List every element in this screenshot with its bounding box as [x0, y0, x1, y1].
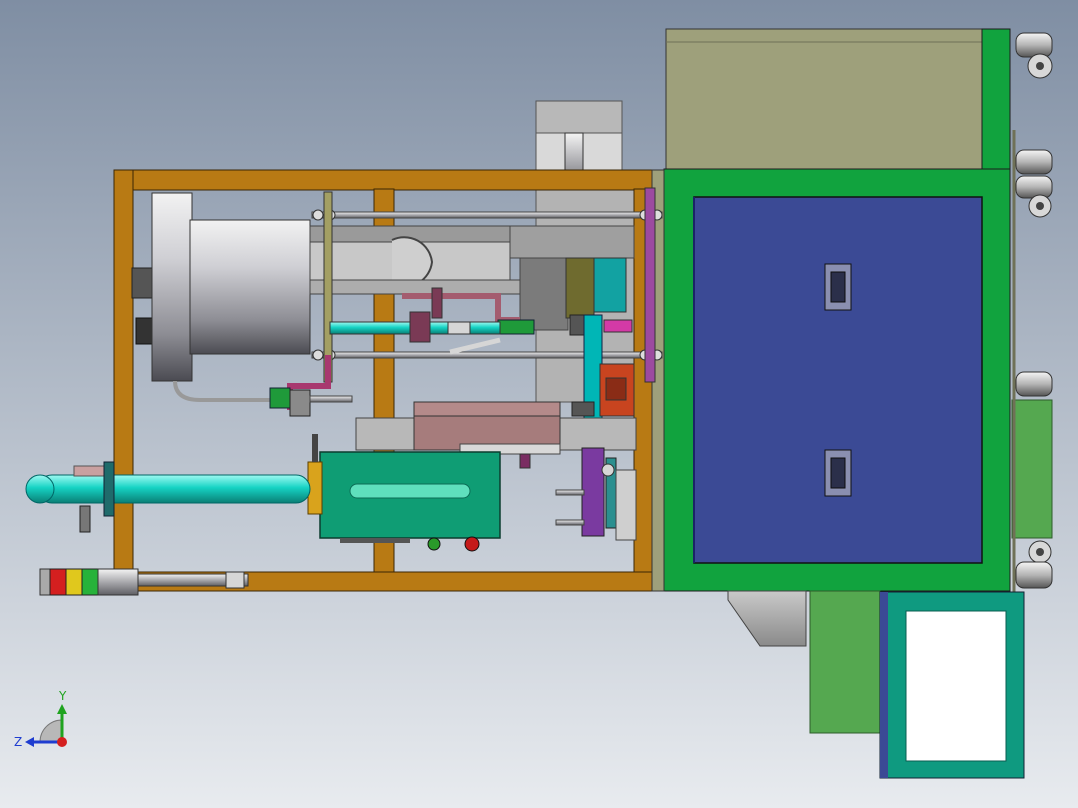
door-handle-icon[interactable]: [824, 449, 852, 497]
side-mount-plate: [1011, 399, 1053, 539]
cabinet-top-panel: [665, 28, 985, 172]
frame-left-post: [113, 169, 134, 592]
cabinet-door[interactable]: [693, 196, 983, 564]
mount-plate-left: [323, 191, 333, 383]
door-handle-icon[interactable]: [824, 263, 852, 311]
axis-label-y: Y: [58, 689, 67, 703]
cad-viewport[interactable]: Y Z: [0, 0, 1078, 808]
pneumatic-cylinder-block: [307, 434, 501, 552]
lower-electrical-box: [809, 590, 881, 734]
frame-top-beam: [113, 169, 655, 191]
mount-plate-right: [644, 187, 656, 383]
machine-assembly-drawing[interactable]: Y Z: [0, 0, 1078, 808]
axis-label-z: Z: [14, 735, 22, 749]
caster-wheel-icon: [1015, 371, 1053, 397]
